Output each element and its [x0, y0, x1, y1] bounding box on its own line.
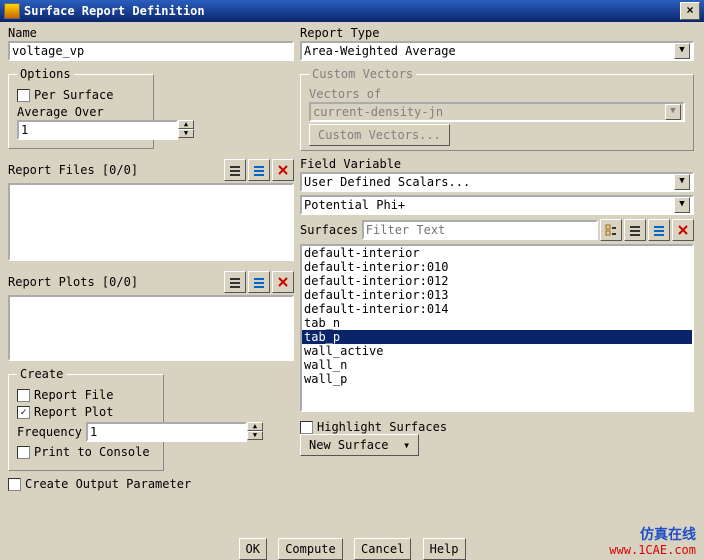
field-variable-label: Field Variable — [300, 157, 694, 171]
frequency-label: Frequency — [17, 425, 82, 439]
dialog-body: Name Options Per Surface Average Over ▲ … — [0, 22, 704, 560]
name-label: Name — [8, 26, 294, 40]
surfaces-list-icon[interactable] — [624, 219, 646, 241]
surfaces-filter-input[interactable] — [362, 220, 598, 240]
report-type-value: Area-Weighted Average — [304, 44, 674, 58]
options-group: Options Per Surface Average Over ▲ ▼ — [8, 67, 154, 149]
print-console-label: Print to Console — [34, 445, 150, 459]
report-file-checkbox[interactable] — [17, 389, 30, 402]
list-item[interactable]: default-interior:012 — [302, 274, 692, 288]
chevron-down-icon: ▼ — [665, 104, 681, 120]
chevron-down-icon[interactable]: ▼ — [674, 197, 690, 213]
surfaces-list[interactable]: default-interiordefault-interior:010defa… — [300, 244, 694, 412]
highlight-surfaces-label: Highlight Surfaces — [317, 420, 447, 434]
chevron-down-icon[interactable]: ▼ — [674, 174, 690, 190]
surfaces-label: Surfaces — [300, 223, 358, 237]
chevron-down-icon[interactable]: ▼ — [674, 43, 690, 59]
frequency-down[interactable]: ▼ — [247, 431, 263, 440]
options-legend: Options — [17, 67, 74, 81]
report-type-combo[interactable]: Area-Weighted Average ▼ — [300, 41, 694, 61]
report-files-list-icon[interactable] — [224, 159, 246, 181]
surfaces-clear-icon[interactable] — [672, 219, 694, 241]
vectors-of-combo: current-density-jn ▼ — [309, 102, 685, 122]
report-files-select-all-icon[interactable] — [248, 159, 270, 181]
report-plots-select-all-icon[interactable] — [248, 271, 270, 293]
create-legend: Create — [17, 367, 66, 381]
app-icon — [4, 3, 20, 19]
frequency-up[interactable]: ▲ — [247, 422, 263, 431]
help-button[interactable]: Help — [423, 538, 466, 560]
custom-vectors-legend: Custom Vectors — [309, 67, 416, 81]
report-files-clear-icon[interactable] — [272, 159, 294, 181]
close-button[interactable]: × — [680, 2, 700, 20]
report-plot-checkbox[interactable]: ✓ — [17, 406, 30, 419]
vectors-of-label: Vectors of — [309, 87, 685, 101]
report-type-label: Report Type — [300, 26, 694, 40]
list-item[interactable]: wall_active — [302, 344, 692, 358]
list-item[interactable]: tab_p — [302, 330, 692, 344]
new-surface-button[interactable]: New Surface ▾ — [300, 434, 419, 456]
field-variable-value-1: User Defined Scalars... — [304, 175, 674, 189]
surfaces-select-all-icon[interactable] — [648, 219, 670, 241]
titlebar: Surface Report Definition × — [0, 0, 704, 22]
report-plots-list-icon[interactable] — [224, 271, 246, 293]
list-item[interactable]: default-interior — [302, 246, 692, 260]
report-plots-list[interactable] — [8, 295, 294, 361]
print-console-checkbox[interactable] — [17, 446, 30, 459]
report-plots-label: Report Plots [0/0] — [8, 275, 224, 289]
field-variable-value-2: Potential Phi+ — [304, 198, 674, 212]
report-files-list[interactable] — [8, 183, 294, 261]
vectors-of-value: current-density-jn — [313, 105, 665, 119]
create-output-param-checkbox[interactable] — [8, 478, 21, 491]
custom-vectors-group: Custom Vectors Vectors of current-densit… — [300, 67, 694, 151]
custom-vectors-button: Custom Vectors... — [309, 124, 450, 146]
per-surface-label: Per Surface — [34, 88, 113, 102]
create-output-param-label: Create Output Parameter — [25, 477, 191, 491]
field-variable-combo-1[interactable]: User Defined Scalars... ▼ — [300, 172, 694, 192]
window-title: Surface Report Definition — [24, 4, 205, 18]
name-input[interactable] — [8, 41, 294, 61]
per-surface-checkbox[interactable] — [17, 89, 30, 102]
highlight-surfaces-checkbox[interactable] — [300, 421, 313, 434]
report-files-label: Report Files [0/0] — [8, 163, 224, 177]
list-item[interactable]: tab_n — [302, 316, 692, 330]
list-item[interactable]: wall_n — [302, 358, 692, 372]
list-item[interactable]: default-interior:010 — [302, 260, 692, 274]
list-item[interactable]: default-interior:014 — [302, 302, 692, 316]
avg-over-down[interactable]: ▼ — [178, 129, 194, 138]
compute-button[interactable]: Compute — [278, 538, 343, 560]
surfaces-group-icon[interactable] — [600, 219, 622, 241]
list-item[interactable]: default-interior:013 — [302, 288, 692, 302]
report-file-label: Report File — [34, 388, 113, 402]
report-plots-clear-icon[interactable] — [272, 271, 294, 293]
cancel-button[interactable]: Cancel — [354, 538, 411, 560]
avg-over-input[interactable] — [17, 120, 178, 140]
chevron-down-icon: ▾ — [403, 438, 410, 452]
report-plot-label: Report Plot — [34, 405, 113, 419]
ok-button[interactable]: OK — [239, 538, 267, 560]
button-bar: OK Compute Cancel Help — [0, 542, 704, 556]
list-item[interactable]: wall_p — [302, 372, 692, 386]
field-variable-combo-2[interactable]: Potential Phi+ ▼ — [300, 195, 694, 215]
create-group: Create Report File ✓ Report Plot Frequen… — [8, 367, 164, 471]
avg-over-label: Average Over — [17, 105, 145, 119]
frequency-input[interactable] — [86, 422, 247, 442]
avg-over-up[interactable]: ▲ — [178, 120, 194, 129]
